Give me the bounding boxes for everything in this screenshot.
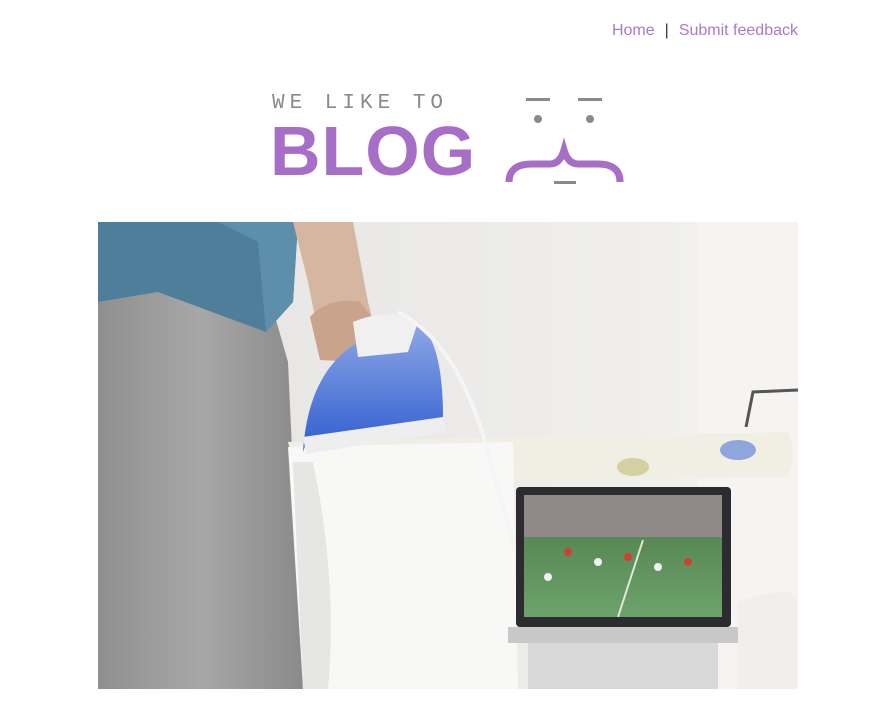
logo-wordmark: BLOG (270, 112, 477, 190)
photo-ironing-with-tv-icon (98, 222, 798, 689)
submit-feedback-link[interactable]: Submit feedback (679, 22, 798, 40)
page: Home | Submit feedback WE LIKE TO BLOG (0, 0, 880, 709)
site-logo[interactable]: WE LIKE TO BLOG (270, 92, 630, 192)
home-link[interactable]: Home (612, 22, 655, 40)
hero-photo (98, 222, 798, 689)
nav-separator: | (664, 22, 669, 39)
smiley-face-icon (505, 98, 624, 184)
top-nav: Home | Submit feedback (612, 22, 798, 40)
